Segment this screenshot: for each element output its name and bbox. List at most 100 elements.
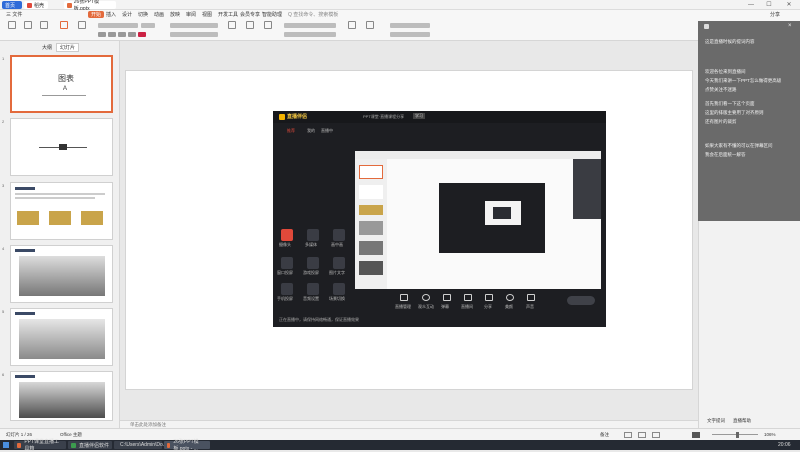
menu-design[interactable]: 设计 xyxy=(122,11,132,18)
start-live-button[interactable] xyxy=(567,296,595,305)
copy-button[interactable] xyxy=(38,21,50,37)
close-button[interactable]: ✕ xyxy=(782,0,796,10)
pip-button[interactable] xyxy=(333,229,345,241)
share-label: 分享 xyxy=(484,304,492,309)
menu-member[interactable]: 会员专享 xyxy=(240,11,260,18)
teleprompter-panel[interactable]: × 这是直播时候的提词内容 欢迎各位来到直播间 今天我们来讲一下PPT怎么做得更… xyxy=(698,21,800,221)
stream-app-icon xyxy=(71,442,76,448)
paragraph-spacing-group[interactable] xyxy=(170,32,218,37)
stream-status: 正在直播中，请保持网络畅通，保证直播效果 xyxy=(279,317,359,322)
normal-view-icon[interactable] xyxy=(624,432,632,438)
ppt-file-icon xyxy=(67,2,72,8)
taskbar-item-ppt[interactable]: 26张PPT模板.pptx - ... xyxy=(164,439,210,452)
menu-slideshow[interactable]: 放映 xyxy=(170,11,180,18)
window-capture-button[interactable] xyxy=(281,257,293,269)
font-color-button[interactable] xyxy=(138,32,146,37)
share-icon[interactable] xyxy=(485,294,493,301)
tab-recommend[interactable]: 推荐 xyxy=(287,128,295,134)
menu-assistant[interactable]: 智能助理 xyxy=(262,11,282,18)
reading-view-icon[interactable] xyxy=(652,432,660,438)
audio-settings-button[interactable] xyxy=(307,283,319,295)
textbox-button[interactable] xyxy=(226,21,238,37)
danmaku-icon[interactable] xyxy=(443,294,451,301)
layout-button[interactable] xyxy=(76,21,88,37)
menu-view[interactable]: 视图 xyxy=(202,11,212,18)
interaction-icon[interactable] xyxy=(422,294,430,301)
arrange-icon xyxy=(264,21,272,29)
tab-help[interactable]: 直播帮助 xyxy=(733,418,751,424)
shape-fill-group[interactable] xyxy=(284,23,336,28)
share-button[interactable]: 分享 xyxy=(770,11,780,18)
slideshow-icon[interactable] xyxy=(692,432,700,438)
shape-button[interactable] xyxy=(244,21,256,37)
underline-button[interactable] xyxy=(118,32,126,37)
volume-icon[interactable] xyxy=(527,294,535,301)
replace-group[interactable] xyxy=(390,23,430,28)
slide-thumbnail-6[interactable] xyxy=(10,371,113,421)
sorter-view-icon[interactable] xyxy=(638,432,646,438)
taskbar-item-toolbox[interactable]: PPT课堂直播工具箱 xyxy=(14,439,66,452)
slide-thumbnail-4[interactable] xyxy=(10,245,113,303)
room-icon[interactable] xyxy=(464,294,472,301)
tab-home[interactable]: 首页 xyxy=(2,1,22,9)
zoom-level[interactable]: 106% xyxy=(764,432,776,437)
slide-thumbnail-2[interactable] xyxy=(10,118,113,176)
font-size-select[interactable] xyxy=(141,23,155,28)
menu-home[interactable]: 开始 xyxy=(88,11,105,18)
minimize-button[interactable]: — xyxy=(744,0,758,10)
start-menu-icon[interactable] xyxy=(3,442,9,448)
tab-outline[interactable]: 大纲 xyxy=(42,44,52,51)
camera-button[interactable] xyxy=(281,229,293,241)
taskbar-item-explorer[interactable]: C:\Users\Admin\Do... xyxy=(114,441,167,449)
select-button[interactable] xyxy=(364,21,376,37)
command-search[interactable]: Q 查找命令、搜索模板 xyxy=(288,11,338,18)
paragraph-align-group[interactable] xyxy=(170,23,218,28)
slide-thumbnail-5[interactable] xyxy=(10,308,113,366)
italic-button[interactable] xyxy=(108,32,116,37)
tab-text-prompt[interactable]: 文字提词 xyxy=(707,418,725,424)
maximize-button[interactable]: ☐ xyxy=(762,0,776,10)
stream-title-bar: 直播伴侣 PPT课堂·直播课程分享 学习 xyxy=(273,111,606,123)
slide5-header xyxy=(15,312,35,315)
notes-pane[interactable]: 单击此处添加备注 xyxy=(120,420,698,428)
menu-insert[interactable]: 插入 xyxy=(106,11,116,18)
font-family-select[interactable] xyxy=(98,23,138,28)
format-painter-group[interactable] xyxy=(390,32,430,37)
paste-button[interactable] xyxy=(6,21,18,37)
shape-outline-group[interactable] xyxy=(284,32,336,37)
menu-animation[interactable]: 动画 xyxy=(154,11,164,18)
panel-close-icon[interactable]: × xyxy=(788,23,792,29)
panel-menu-icon[interactable] xyxy=(704,24,709,29)
beauty-icon[interactable] xyxy=(506,294,514,301)
tab-slides[interactable]: 幻灯片 xyxy=(56,43,80,52)
phone-capture-button[interactable] xyxy=(281,283,293,295)
arrange-button[interactable] xyxy=(262,21,274,37)
find-replace-button[interactable] xyxy=(346,21,358,37)
game-capture-button[interactable] xyxy=(307,257,319,269)
media-button[interactable] xyxy=(307,229,319,241)
prompt-line: 如果大家有不懂的可以在弹幕区问 xyxy=(705,143,773,148)
cut-button[interactable] xyxy=(22,21,34,37)
menu-file[interactable]: 三 文件 xyxy=(6,11,22,18)
notes-toggle[interactable]: 备注 xyxy=(600,432,609,438)
slide-thumbnail-3[interactable] xyxy=(10,182,113,240)
image-text-button[interactable] xyxy=(333,257,345,269)
slide-number: 1 xyxy=(2,56,5,61)
new-slide-button[interactable] xyxy=(58,21,70,37)
strikethrough-button[interactable] xyxy=(128,32,136,37)
menu-review[interactable]: 审阅 xyxy=(186,11,196,18)
system-clock: 20:06 xyxy=(778,442,791,448)
tab-document[interactable]: 26张PPT模板.pptx xyxy=(64,0,116,12)
zoom-slider[interactable] xyxy=(712,434,758,435)
menu-developer[interactable]: 开发工具 xyxy=(218,11,238,18)
zoom-slider-thumb[interactable] xyxy=(736,432,739,438)
taskbar-item-stream[interactable]: 直播伴侣软件 xyxy=(68,441,112,449)
tab-mine[interactable]: 我的 xyxy=(307,128,315,134)
tab-docer[interactable]: 稻壳 xyxy=(24,1,48,9)
menu-transition[interactable]: 切换 xyxy=(138,11,148,18)
slide-thumbnail-1[interactable]: 图表 Ａ xyxy=(10,55,113,113)
bold-button[interactable] xyxy=(98,32,106,37)
tab-live[interactable]: 直播中 xyxy=(321,128,333,134)
scene-switch-button[interactable] xyxy=(333,283,345,295)
live-manage-icon[interactable] xyxy=(400,294,408,301)
